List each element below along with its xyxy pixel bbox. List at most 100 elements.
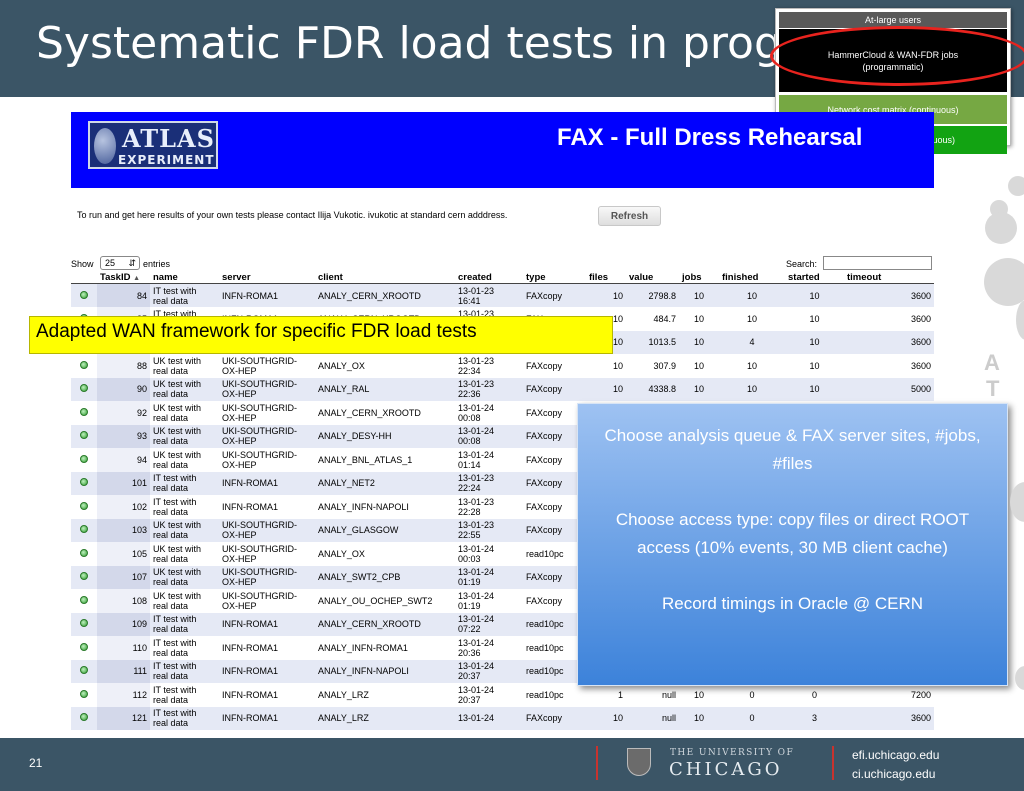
- entries-label: entries: [143, 259, 171, 269]
- cell-name-line: IT test with: [153, 661, 197, 672]
- cell-taskid: 102: [97, 495, 150, 519]
- cell-taskid: 111: [97, 659, 150, 683]
- expand-row-icon[interactable]: [80, 384, 88, 393]
- expand-row-icon[interactable]: [80, 689, 88, 698]
- expand-row-icon[interactable]: [80, 431, 88, 440]
- search-input[interactable]: [823, 256, 932, 270]
- col-header-created[interactable]: created: [455, 272, 523, 284]
- cell-server: INFN-ROMA1: [219, 612, 315, 636]
- cell-created-line: 20:36: [458, 647, 481, 658]
- col-header-started[interactable]: started: [785, 272, 844, 284]
- cell-jobs: 10: [679, 283, 719, 307]
- cell-created: 13-01-23 22:34: [455, 354, 523, 378]
- expand-row-icon[interactable]: [80, 290, 88, 299]
- cell-name-line: real data: [153, 577, 189, 588]
- cell-type: FAXcopy: [523, 283, 586, 307]
- table-row[interactable]: 112 IT test with real data INFN-ROMA1 ANALY_…: [71, 683, 934, 707]
- col-header-files[interactable]: files: [586, 272, 626, 284]
- decorative-circle: [1010, 482, 1024, 522]
- callout-access-type: Choose access type: copy files or direct…: [615, 510, 970, 557]
- decorative-letter-t: T: [986, 376, 1000, 401]
- expand-row-icon[interactable]: [80, 548, 88, 557]
- cell-taskid: 110: [97, 636, 150, 660]
- cell-name-line: real data: [153, 647, 189, 658]
- cell-name: IT test withreal data: [150, 636, 219, 660]
- expand-row-icon[interactable]: [80, 478, 88, 487]
- cell-client: ANALY_OX: [315, 354, 455, 378]
- expand-row-icon[interactable]: [80, 595, 88, 604]
- slide-title: Systematic FDR load tests in progress: [36, 18, 872, 69]
- cell-name-line: real data: [153, 295, 189, 306]
- col-header-jobs[interactable]: jobs: [679, 272, 719, 284]
- cell-taskid: 92: [97, 401, 150, 425]
- expand-row-icon[interactable]: [80, 642, 88, 651]
- cell-taskid: 112: [97, 683, 150, 707]
- cell-taskid: 105: [97, 542, 150, 566]
- expand-row-icon[interactable]: [80, 525, 88, 534]
- cell-server: UKI-SOUTHGRID- OX-HEP: [219, 424, 315, 448]
- cell-status: [71, 283, 97, 307]
- cell-name: UK test with real data: [150, 589, 219, 613]
- col-header-timeout[interactable]: timeout: [844, 272, 934, 284]
- cell-name-line: UK test with: [153, 426, 202, 437]
- col-header-server[interactable]: server: [219, 272, 315, 284]
- cell-created-line: 01:19: [458, 600, 481, 611]
- cell-created: 13-01-24 01:19: [455, 589, 523, 613]
- col-header-type[interactable]: type: [523, 272, 586, 284]
- cell-server-line: UKI-SOUTHGRID-: [222, 590, 297, 601]
- cell-client: ANALY_CERN_XROOTD: [315, 283, 455, 307]
- cell-name-line: real data: [153, 600, 189, 611]
- expand-row-icon[interactable]: [80, 407, 88, 416]
- col-header-status[interactable]: [71, 272, 97, 284]
- cell-client: ANALY_INFN-ROMA1: [315, 636, 455, 660]
- expand-row-icon[interactable]: [80, 501, 88, 510]
- cell-server-line: INFN-ROMA1: [222, 666, 278, 677]
- table-row[interactable]: 121 IT test with real data INFN-ROMA1 ANALY_…: [71, 706, 934, 730]
- cell-server-line: OX-HEP: [222, 530, 257, 541]
- cell-server-line: OX-HEP: [222, 389, 257, 400]
- cell-taskid: 103: [97, 518, 150, 542]
- cell-value: 2798.8: [626, 283, 679, 307]
- cell-status: [71, 565, 97, 589]
- contact-info-text: To run and get here results of your own …: [77, 210, 508, 220]
- expand-row-icon[interactable]: [80, 666, 88, 675]
- cell-created-line: 16:41: [458, 295, 481, 306]
- table-row[interactable]: 84 IT test with real data INFN-ROMA1 ANALY_C…: [71, 283, 934, 307]
- cell-created: 13-01-24 01:14: [455, 448, 523, 472]
- cell-server-line: OX-HEP: [222, 577, 257, 588]
- cell-name: IT test withreal data: [150, 612, 219, 636]
- col-header-finished[interactable]: finished: [719, 272, 785, 284]
- table-row[interactable]: 90 UK test with real data UKI-SOUTHGRID- OX-…: [71, 377, 934, 401]
- cell-name-line: UK test with: [153, 402, 202, 413]
- cell-taskid: 101: [97, 471, 150, 495]
- expand-row-icon[interactable]: [80, 360, 88, 369]
- cell-server-line: OX-HEP: [222, 412, 257, 423]
- cell-created: 13-01-23 22:36: [455, 377, 523, 401]
- col-header-taskid[interactable]: TaskID ▲: [97, 272, 150, 284]
- cell-server: UKI-SOUTHGRID- OX-HEP: [219, 589, 315, 613]
- cell-server-line: INFN-ROMA1: [222, 689, 278, 700]
- cell-value: 307.9: [626, 354, 679, 378]
- cell-files: 10: [586, 706, 626, 730]
- expand-row-icon[interactable]: [80, 713, 88, 722]
- cell-server: UKI-SOUTHGRID- OX-HEP: [219, 565, 315, 589]
- expand-row-icon[interactable]: [80, 619, 88, 628]
- cell-created: 13-01-24 07:22: [455, 612, 523, 636]
- wan-framework-callout: Adapted WAN framework for specific FDR l…: [29, 316, 613, 354]
- col-header-name[interactable]: name: [150, 272, 219, 284]
- cell-name: UK test with real data: [150, 377, 219, 401]
- refresh-button[interactable]: Refresh: [598, 206, 661, 226]
- cell-server-line: UKI-SOUTHGRID-: [222, 543, 297, 554]
- col-header-client[interactable]: client: [315, 272, 455, 284]
- col-header-value[interactable]: value: [626, 272, 679, 284]
- entries-per-page-select[interactable]: 25 ⇵: [100, 256, 140, 270]
- expand-row-icon[interactable]: [80, 454, 88, 463]
- cell-created-line: 13-01-23: [458, 473, 495, 484]
- expand-row-icon[interactable]: [80, 572, 88, 581]
- university-crest-icon: [627, 748, 651, 776]
- cell-status: [71, 354, 97, 378]
- cell-server: INFN-ROMA1: [219, 283, 315, 307]
- cell-created: 13-01-24 20:37: [455, 659, 523, 683]
- table-row[interactable]: 88 UK test with real data UKI-SOUTHGRID- OX-…: [71, 354, 934, 378]
- cell-finished: 10: [719, 307, 785, 331]
